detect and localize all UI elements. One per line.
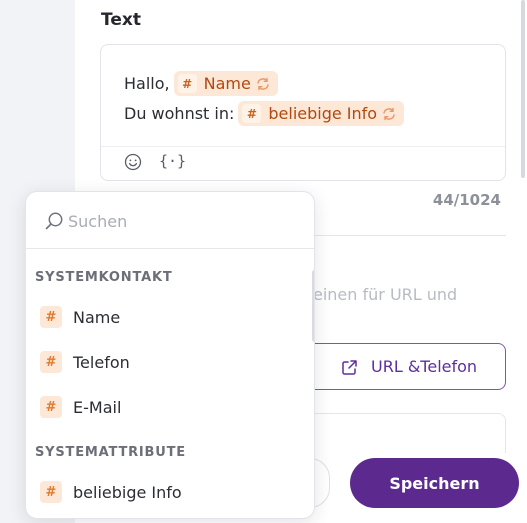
section-title: Text [101, 10, 141, 30]
character-counter: 44/1024 [432, 191, 501, 209]
option-label: E-Mail [73, 397, 122, 417]
option-name[interactable]: # Name [40, 306, 120, 328]
url-phone-label: URL &Telefon [371, 357, 478, 376]
option-label: Telefon [73, 352, 130, 372]
variable-dropdown: SYSTEMKONTAKT # Name # Telefon # E-Mail … [25, 191, 315, 519]
variable-chip-name[interactable]: # Name [173, 71, 278, 96]
option-label: Name [73, 307, 121, 327]
line1-text: Hallo, [124, 74, 170, 93]
dropdown-scrollbar[interactable] [312, 270, 314, 342]
panel-scrollbar[interactable] [519, 0, 527, 180]
line2-text: Du wohnst in: [124, 104, 235, 123]
hash-icon: # [177, 74, 197, 93]
chip-label: beliebige Info [268, 104, 378, 123]
hash-icon: # [40, 396, 62, 418]
refresh-icon[interactable] [255, 76, 271, 92]
option-label: beliebige Info [73, 482, 182, 502]
editor-divider [101, 146, 505, 147]
group-label-systemkontakt: SYSTEMKONTAKT [35, 270, 173, 285]
panel-scrollbar-thumb[interactable] [521, 0, 525, 178]
editor-line-2: Du wohnst in: # beliebige Info [124, 101, 405, 126]
insert-variable-button[interactable]: {·} [159, 152, 186, 170]
search-icon [45, 212, 63, 230]
save-button[interactable]: Speichern [350, 458, 519, 508]
divider [313, 235, 506, 236]
variable-chip-info[interactable]: # beliebige Info [238, 101, 405, 126]
hash-icon: # [40, 351, 62, 373]
hash-icon: # [40, 306, 62, 328]
smiley-icon[interactable] [124, 153, 142, 171]
url-phone-button[interactable]: URL &Telefon [300, 343, 506, 390]
option-email[interactable]: # E-Mail [40, 396, 121, 418]
button-card [300, 413, 506, 453]
chip-label: Name [203, 74, 251, 93]
option-telefon[interactable]: # Telefon [40, 351, 130, 373]
hash-icon: # [242, 104, 262, 123]
hash-icon: # [40, 481, 62, 503]
text-editor[interactable]: Hallo, # Name Du wohnst in: # beliebige … [100, 44, 506, 181]
dropdown-search [26, 192, 314, 249]
external-link-icon [342, 360, 357, 375]
hint-text: einen für URL und [313, 285, 458, 304]
option-beliebige-info[interactable]: # beliebige Info [40, 481, 182, 503]
refresh-icon[interactable] [381, 106, 397, 122]
search-input[interactable] [68, 208, 288, 234]
group-label-systemattribute: SYSTEMATTRIBUTE [35, 445, 186, 460]
editor-line-1: Hallo, # Name [124, 71, 278, 96]
